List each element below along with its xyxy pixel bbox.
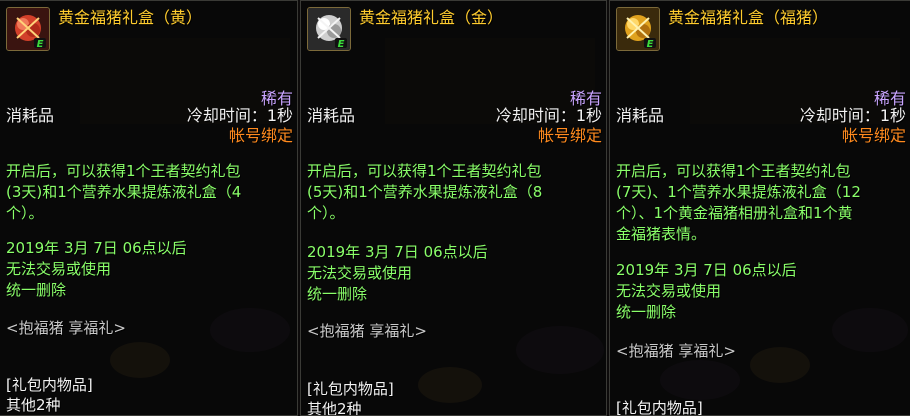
expiry-date: 2019年 3月 7日 06点以后: [6, 239, 187, 257]
description-line: (3天)和1个营养水果提炼液礼盒（4: [6, 183, 242, 201]
description-line: 开启后，可以获得1个王者契约礼包: [616, 162, 851, 180]
description-line: 开启后，可以获得1个王者契约礼包: [307, 162, 542, 180]
tooltip-header: E 黄金福猪礼盒（福猪）: [610, 1, 910, 53]
item-type-label: 消耗品: [307, 106, 356, 125]
item-tooltip-gold: E 黄金福猪礼盒（金） 稀有 消耗品 冷却时间：1秒 帐号绑定 开启后，可以获得…: [300, 0, 607, 416]
gold-pig-gift-box-silver-icon[interactable]: E: [307, 7, 351, 51]
package-contents-heading: [礼包内物品]: [616, 399, 703, 416]
package-contents-heading: [礼包内物品]: [307, 380, 394, 398]
svg-text:E: E: [647, 39, 654, 50]
description-line: (7天)、1个营养水果提炼液礼盒（12: [616, 183, 861, 201]
delete-notice: 统一删除: [616, 303, 677, 321]
item-tooltip-yellow: E 黄金福猪礼盒（黄） 稀有 消耗品 冷却时间：1秒 帐号绑定 开启后，可以获得…: [0, 0, 298, 416]
item-title: 黄金福猪礼盒（黄）: [58, 8, 203, 27]
item-tooltip-fortune-pig: E 黄金福猪礼盒（福猪） 稀有 消耗品 冷却时间：1秒 帐号绑定 开启后，可以获…: [609, 0, 910, 416]
item-motto: <抱福猪 享福礼>: [6, 319, 126, 337]
gold-pig-gift-box-gold-icon[interactable]: E: [616, 7, 660, 51]
binding-label: 帐号绑定: [228, 126, 293, 145]
expiry-date: 2019年 3月 7日 06点以后: [616, 261, 797, 279]
item-description: 开启后，可以获得1个王者契约礼包 (3天)和1个营养水果提炼液礼盒（4 个）。: [6, 161, 291, 224]
package-contents-heading: [礼包内物品]: [6, 376, 93, 394]
description-line: (5天)和1个营养水果提炼液礼盒（8: [307, 183, 543, 201]
item-motto: <抱福猪 享福礼>: [307, 322, 427, 340]
item-description: 开启后，可以获得1个王者契约礼包 (5天)和1个营养水果提炼液礼盒（8 个）。: [307, 161, 600, 224]
description-line: 个）。: [6, 204, 44, 222]
trade-restriction: 无法交易或使用: [6, 260, 112, 278]
package-contents-more: 其他2种: [307, 400, 362, 416]
binding-label: 帐号绑定: [841, 126, 906, 145]
trade-restriction: 无法交易或使用: [307, 264, 413, 282]
delete-notice: 统一删除: [307, 285, 368, 303]
tooltip-header: E 黄金福猪礼盒（金）: [301, 1, 606, 53]
description-line: 金福猪表情。: [616, 225, 707, 243]
expiry-date: 2019年 3月 7日 06点以后: [307, 243, 488, 261]
delete-notice: 统一删除: [6, 281, 67, 299]
item-title: 黄金福猪礼盒（金）: [359, 8, 504, 27]
tooltip-header: E 黄金福猪礼盒（黄）: [0, 1, 297, 53]
expiry-notice: 2019年 3月 7日 06点以后 无法交易或使用 统一删除: [616, 260, 904, 323]
description-line: 开启后，可以获得1个王者契约礼包: [6, 162, 241, 180]
item-type-label: 消耗品: [6, 106, 55, 125]
item-title: 黄金福猪礼盒（福猪）: [668, 8, 829, 27]
package-contents-more: 其他2种: [6, 396, 61, 414]
expiry-notice: 2019年 3月 7日 06点以后 无法交易或使用 统一删除: [6, 238, 291, 301]
description-line: 个）。: [307, 204, 345, 222]
svg-text:E: E: [37, 39, 44, 50]
item-description: 开启后，可以获得1个王者契约礼包 (7天)、1个营养水果提炼液礼盒（12 个）、…: [616, 161, 904, 245]
svg-text:E: E: [338, 39, 345, 50]
item-type-label: 消耗品: [616, 106, 665, 125]
binding-label: 帐号绑定: [537, 126, 602, 145]
trade-restriction: 无法交易或使用: [616, 282, 722, 300]
description-line: 个）、1个黄金福猪相册礼盒和1个黄: [616, 204, 853, 222]
item-motto: <抱福猪 享福礼>: [616, 342, 736, 360]
expiry-notice: 2019年 3月 7日 06点以后 无法交易或使用 统一删除: [307, 242, 600, 305]
gold-pig-gift-box-red-icon[interactable]: E: [6, 7, 50, 51]
